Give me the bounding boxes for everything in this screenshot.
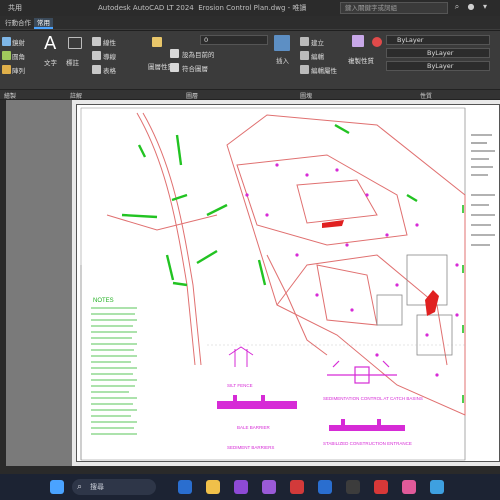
title-bar: 共用 Autodesk AutoCAD LT 2024 Erosion Cont… [0,0,500,16]
autocad-icon[interactable] [290,480,304,494]
array-icon[interactable] [2,65,11,74]
lineweight-dropdown[interactable]: ByLayer [386,61,490,71]
create-label[interactable]: 建立 [311,37,324,47]
linetype-dropdown[interactable]: ByLayer [386,48,490,58]
start-icon[interactable] [50,480,64,494]
app-icon[interactable] [262,480,276,494]
table-label[interactable]: 表格 [103,65,116,75]
acrobat-icon[interactable] [374,480,388,494]
match-label[interactable]: 複製性質 [348,55,374,65]
leader-icon[interactable] [92,37,101,46]
edit-icon[interactable] [300,51,309,60]
insert-label[interactable]: 插入 [276,55,289,65]
array-label[interactable]: 陣列 [12,65,25,75]
set-current-icon[interactable] [170,49,179,58]
fillet-label[interactable]: 圓角 [12,51,25,61]
edit-attr-icon[interactable] [300,65,309,74]
dimension-icon[interactable] [68,37,82,49]
text-label[interactable]: 文字 [44,57,57,67]
lead-label[interactable]: 導線 [103,51,116,61]
sediment-barrier-caption: SEDIMENT BARRIERS [227,445,274,450]
annotation-panel-label[interactable]: 註解 [70,91,82,100]
quick-icon[interactable] [92,51,101,60]
tab-collaborate[interactable]: 行動合作 [2,18,34,29]
ribbon-tabs: 行動合作 常用 [0,16,500,30]
linear-label[interactable]: 線性 [103,37,116,47]
file-explorer-icon[interactable] [206,480,220,494]
edit-label[interactable]: 編輯 [311,51,324,61]
share-button[interactable]: 共用 [8,3,22,13]
edit-attr-label[interactable]: 編輯屬性 [311,65,337,75]
notes-title: NOTES [93,298,114,304]
dimension-label[interactable]: 標註 [66,57,79,67]
windows-taskbar: ⌕ 搜尋 [0,474,500,500]
bale-barrier-caption: BALE BARRIER [237,425,271,430]
block-panel-label[interactable]: 圖塊 [300,91,312,100]
catch-basin-detail [327,360,397,384]
site-boundary [106,112,466,416]
color-wheel-icon[interactable] [372,37,382,47]
app2-icon[interactable] [402,480,416,494]
site-plan-drawing: NOTES SILT FENCE BALE BARRIER SEDIMENT B… [80,107,495,461]
notes-text [91,307,137,435]
line-icon[interactable] [2,37,11,46]
set-current-label[interactable]: 設為目前的 [182,49,215,59]
mirror-label[interactable]: 鏡射 [12,37,25,47]
draw-panel-label[interactable]: 繪製 [4,91,16,100]
silt-fence-caption: SILT FENCE [227,383,253,388]
color-dropdown[interactable]: ByLayer [386,35,490,45]
task-view-icon[interactable] [178,480,192,494]
inlet-points [245,163,459,377]
layers-panel-label[interactable]: 圖層 [186,91,198,100]
mail-icon[interactable] [346,480,360,494]
search-icon[interactable]: ⌕ [452,2,462,12]
table-icon[interactable] [92,65,101,74]
left-palette-strip [0,100,6,466]
text-icon[interactable]: A [44,33,56,54]
insert-icon[interactable] [274,35,290,51]
title-block [471,134,495,246]
stabilized-entrance-caption: STABILIZED CONSTRUCTION ENTRANCE [323,441,412,446]
create-icon[interactable] [300,37,309,46]
match-layer-icon[interactable] [170,63,179,72]
layer-dropdown[interactable]: 0 [200,35,268,45]
tab-home[interactable]: 常用 [34,18,53,29]
match-layer-label[interactable]: 符合圖層 [182,63,208,73]
edge-icon[interactable] [318,480,332,494]
taskbar-search[interactable]: ⌕ 搜尋 [72,479,156,495]
sediment-protection-caption: SEDIMENTATION CONTROL AT CATCH BASINS [323,396,423,401]
silt-fence-detail [228,346,254,367]
window-title: Autodesk AutoCAD LT 2024 Erosion Control… [98,4,307,12]
detention-area-mark [425,290,439,316]
stabilized-entrance-detail [329,419,405,431]
user-icon[interactable]: ● [466,2,476,12]
match-properties-icon[interactable] [352,35,364,47]
circle-icon[interactable] [2,51,11,60]
properties-panel-label[interactable]: 性質 [420,91,432,100]
panel-labels: 繪製 註解 圖層 圖塊 性質 [0,90,500,100]
layout-tabs-bar[interactable] [0,466,500,474]
bale-barrier-detail [217,395,297,409]
model-space-background [0,100,72,466]
teams-icon[interactable] [234,480,248,494]
layer-properties-icon[interactable] [152,37,162,47]
ribbon: 鏡射 圓角 陣列 A 文字 標註 線性 導線 表格 圖層性質 0 設為目前的 符… [0,31,500,90]
search-icon: ⌕ [77,482,83,492]
search-input[interactable]: 鍵入關鍵字或詞組 [340,2,448,14]
drawing-sheet[interactable]: NOTES SILT FENCE BALE BARRIER SEDIMENT B… [76,104,500,462]
buildings [376,254,453,356]
chrome-icon[interactable] [430,480,444,494]
cart-icon[interactable]: ▾ [480,2,490,12]
